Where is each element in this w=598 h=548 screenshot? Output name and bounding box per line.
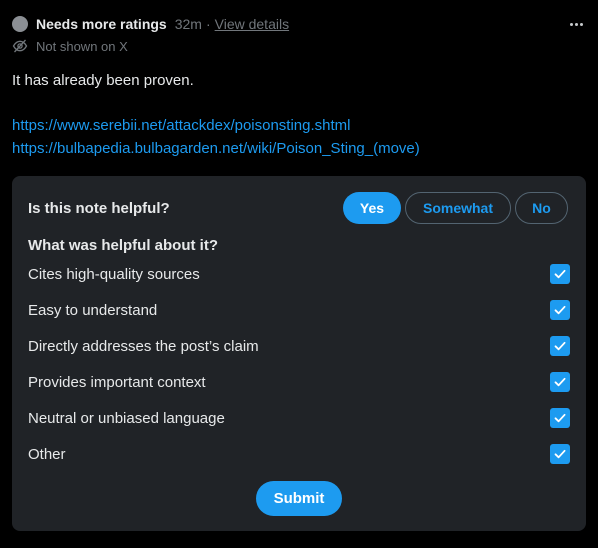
checkmark-icon <box>554 341 566 351</box>
checkmark-icon <box>554 377 566 387</box>
reason-label: Provides important context <box>28 373 206 391</box>
reason-row-claim[interactable]: Directly addresses the post’s claim <box>28 334 570 358</box>
reason-row-sources[interactable]: Cites high-quality sources <box>28 262 570 286</box>
status-dot-icon <box>12 16 28 32</box>
rating-panel: Is this note helpful? Yes Somewhat No Wh… <box>12 176 586 531</box>
reason-row-easy[interactable]: Easy to understand <box>28 298 570 322</box>
reason-checkbox[interactable] <box>550 336 570 356</box>
visibility-status: Not shown on X <box>12 37 128 55</box>
source-link-serebii[interactable]: https://www.serebii.net/attackdex/poison… <box>12 117 351 134</box>
more-icon <box>569 22 573 26</box>
reason-checkbox[interactable] <box>550 264 570 284</box>
reason-checkbox[interactable] <box>550 408 570 428</box>
checkmark-icon <box>554 269 566 279</box>
status-label: Needs more ratings <box>36 16 167 32</box>
reason-checkbox[interactable] <box>550 300 570 320</box>
more-icon <box>574 22 578 26</box>
note-text: It has already been proven. <box>12 72 194 89</box>
yes-button[interactable]: Yes <box>343 192 401 224</box>
reason-label: Cites high-quality sources <box>28 265 200 283</box>
note-timestamp: 32m <box>174 16 202 32</box>
helpful-reasons-heading: What was helpful about it? <box>28 237 218 254</box>
note-header: Needs more ratings 32m · View details <box>12 14 586 34</box>
more-icon <box>579 22 583 26</box>
reason-row-context[interactable]: Provides important context <box>28 370 570 394</box>
reason-label: Easy to understand <box>28 301 158 319</box>
no-button[interactable]: No <box>515 192 568 224</box>
view-details-link[interactable]: View details <box>215 16 289 32</box>
helpful-question: Is this note helpful? <box>28 200 170 217</box>
separator: · <box>205 16 211 32</box>
reason-label: Neutral or unbiased language <box>28 409 225 427</box>
reason-label: Other <box>28 445 66 463</box>
not-shown-label: Not shown on X <box>36 38 128 54</box>
checkmark-icon <box>554 305 566 315</box>
eye-off-icon <box>12 39 28 53</box>
more-options-button[interactable] <box>566 14 586 34</box>
source-link-bulbapedia[interactable]: https://bulbapedia.bulbagarden.net/wiki/… <box>12 140 420 157</box>
submit-button[interactable]: Submit <box>256 481 342 516</box>
reason-row-other[interactable]: Other <box>28 442 570 466</box>
checkmark-icon <box>554 449 566 459</box>
reason-checkbox[interactable] <box>550 444 570 464</box>
checkmark-icon <box>554 413 566 423</box>
somewhat-button[interactable]: Somewhat <box>405 192 511 224</box>
reason-checkbox[interactable] <box>550 372 570 392</box>
community-note: Needs more ratings 32m · View details No… <box>0 0 598 548</box>
reason-label: Directly addresses the post’s claim <box>28 337 259 355</box>
reason-row-neutral[interactable]: Neutral or unbiased language <box>28 406 570 430</box>
